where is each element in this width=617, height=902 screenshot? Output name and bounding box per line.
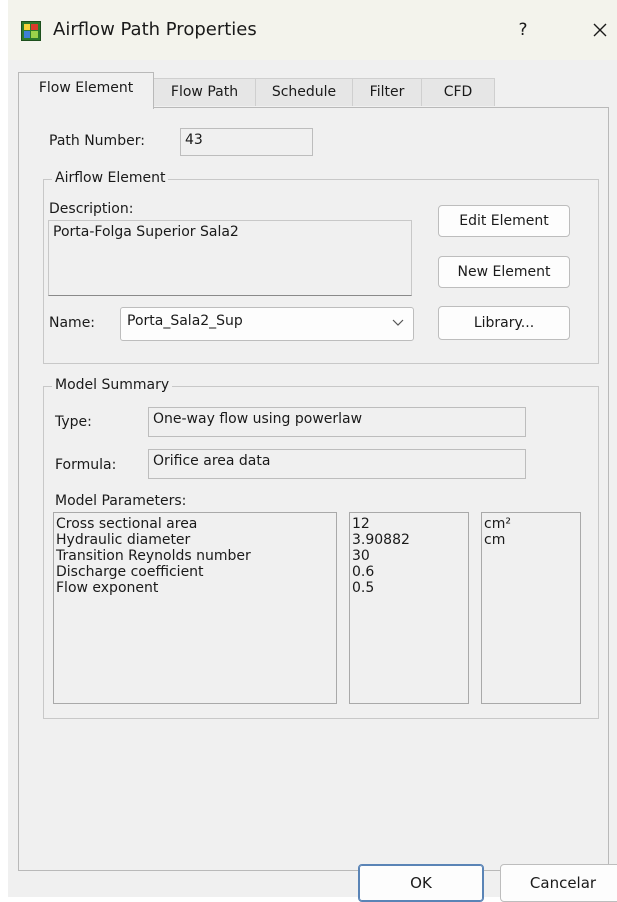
list-item[interactable]: Transition Reynolds number: [56, 548, 334, 564]
dialog-body: Flow Element Flow Path Schedule Filter C…: [8, 60, 617, 902]
parameter-units-list[interactable]: cm² cm: [481, 512, 581, 704]
path-number-field: 43: [180, 128, 313, 156]
list-item[interactable]: 0.6: [352, 564, 466, 580]
parameter-names-list[interactable]: Cross sectional area Hydraulic diameter …: [53, 512, 337, 704]
type-label: Type:: [55, 414, 92, 430]
airflow-app-icon: [21, 21, 41, 41]
list-item[interactable]: Flow exponent: [56, 580, 334, 596]
tab-schedule[interactable]: Schedule: [255, 78, 353, 106]
list-item[interactable]: 3.90882: [352, 532, 466, 548]
edit-element-button[interactable]: Edit Element: [438, 205, 570, 237]
tab-flow-element[interactable]: Flow Element: [18, 72, 154, 109]
list-item[interactable]: Hydraulic diameter: [56, 532, 334, 548]
parameter-values-list[interactable]: 12 3.90882 30 0.6 0.5: [349, 512, 469, 704]
list-item[interactable]: cm: [484, 532, 578, 548]
tab-flow-path[interactable]: Flow Path: [153, 78, 256, 106]
title-bar: Airflow Path Properties ?: [8, 0, 617, 60]
cancel-button[interactable]: Cancelar: [500, 864, 617, 902]
list-item[interactable]: 12: [352, 516, 466, 532]
model-summary-group: Model Summary Type: One-way flow using p…: [43, 377, 599, 719]
airflow-element-group-title: Airflow Element: [52, 170, 169, 186]
formula-label: Formula:: [55, 457, 117, 473]
new-element-button[interactable]: New Element: [438, 256, 570, 288]
window-title: Airflow Path Properties: [53, 19, 257, 40]
flow-element-panel: Path Number: 43 Airflow Element Descript…: [18, 107, 609, 871]
help-button[interactable]: ?: [508, 14, 538, 46]
list-item[interactable]: Discharge coefficient: [56, 564, 334, 580]
list-item[interactable]: Cross sectional area: [56, 516, 334, 532]
model-summary-group-title: Model Summary: [52, 377, 173, 393]
type-field: One-way flow using powerlaw: [148, 407, 526, 437]
model-parameters-label: Model Parameters:: [55, 493, 187, 509]
description-label: Description:: [49, 201, 134, 217]
list-item[interactable]: 30: [352, 548, 466, 564]
list-item[interactable]: cm²: [484, 516, 578, 532]
airflow-element-group: Airflow Element Description: Porta-Folga…: [43, 170, 599, 364]
tab-filter[interactable]: Filter: [352, 78, 422, 106]
name-combobox-value: Porta_Sala2_Sup: [127, 313, 243, 329]
path-number-label: Path Number:: [49, 133, 145, 149]
close-button[interactable]: [583, 14, 617, 46]
formula-field: Orifice area data: [148, 449, 526, 479]
name-label: Name:: [49, 315, 96, 331]
chevron-down-icon: [392, 319, 404, 326]
name-combobox[interactable]: Porta_Sala2_Sup: [120, 307, 414, 341]
list-item[interactable]: 0.5: [352, 580, 466, 596]
tab-cfd[interactable]: CFD: [421, 78, 495, 106]
close-icon: [593, 23, 607, 37]
ok-button[interactable]: OK: [358, 864, 484, 902]
description-field[interactable]: Porta-Folga Superior Sala2: [48, 220, 412, 296]
library-button[interactable]: Library...: [438, 306, 570, 340]
